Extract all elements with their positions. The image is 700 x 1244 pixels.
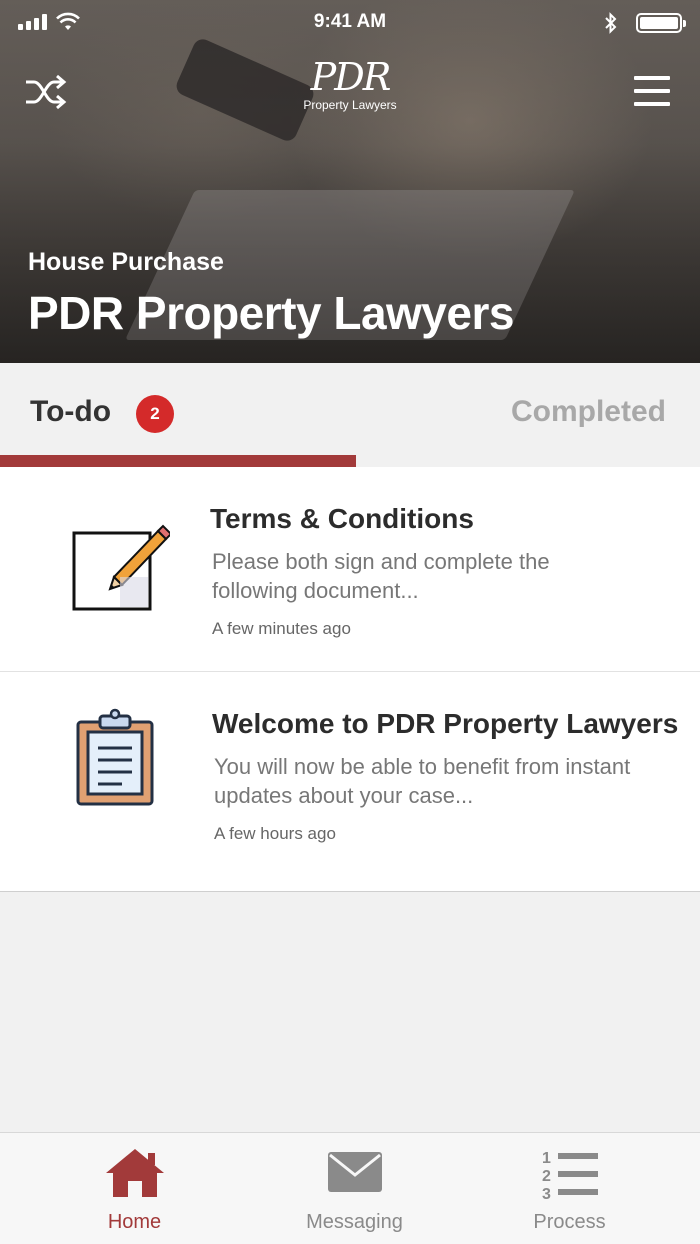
status-bar: 9:41 AM — [0, 0, 700, 44]
nav-process-label: Process — [533, 1211, 606, 1233]
tab-todo[interactable]: To-do 2 — [0, 363, 356, 467]
nav-home-label: Home — [107, 1211, 162, 1233]
item-title: Terms & Conditions — [210, 503, 474, 534]
nav-home[interactable]: Home — [18, 1133, 251, 1244]
item-title: Welcome to PDR Property Lawyers — [212, 708, 679, 739]
list-item[interactable]: Welcome to PDR Property Lawyers You will… — [0, 672, 700, 891]
numbered-list-icon: 1 2 3 — [542, 1150, 598, 1201]
home-icon — [105, 1149, 164, 1197]
edit-document-icon — [72, 524, 170, 611]
list-item[interactable]: Terms & Conditions Please both sign and … — [0, 467, 700, 672]
hamburger-menu-icon[interactable] — [634, 76, 670, 108]
bluetooth-icon — [605, 12, 617, 34]
item-time: A few minutes ago — [212, 619, 351, 638]
nav-messaging-label: Messaging — [306, 1211, 403, 1233]
envelope-icon — [327, 1152, 382, 1192]
nav-process[interactable]: 1 2 3 Process — [453, 1133, 686, 1244]
item-body: You will now be able to benefit from ins… — [214, 754, 631, 808]
bottom-nav: Home Messaging 1 2 3 Process — [0, 1132, 700, 1244]
tab-completed-label: Completed — [510, 395, 666, 428]
tab-todo-label: To-do — [30, 395, 112, 428]
svg-text:3: 3 — [542, 1186, 551, 1201]
todo-count-badge: 2 — [136, 395, 174, 433]
battery-icon — [636, 13, 686, 33]
nav-messaging[interactable]: Messaging — [238, 1133, 471, 1244]
tab-completed[interactable]: Completed — [356, 363, 700, 467]
status-time: 9:41 AM — [313, 11, 387, 32]
todo-list: Terms & Conditions Please both sign and … — [0, 467, 700, 892]
item-body: Please both sign and complete the follow… — [212, 549, 550, 603]
pdr-logo: PDR Property Lawyers — [303, 55, 397, 112]
item-time: A few hours ago — [214, 824, 336, 843]
active-tab-indicator — [0, 455, 356, 467]
shuffle-icon[interactable] — [24, 72, 68, 112]
tab-bar: To-do 2 Completed — [0, 363, 700, 467]
hero-header: 9:41 AM PDR Property Lawyers House Purch… — [0, 0, 700, 363]
page-title: PDR Property Lawyers — [28, 287, 514, 339]
case-type: House Purchase — [28, 248, 224, 276]
clipboard-icon — [76, 708, 154, 806]
svg-text:2: 2 — [542, 1168, 551, 1185]
svg-text:1: 1 — [542, 1150, 551, 1167]
